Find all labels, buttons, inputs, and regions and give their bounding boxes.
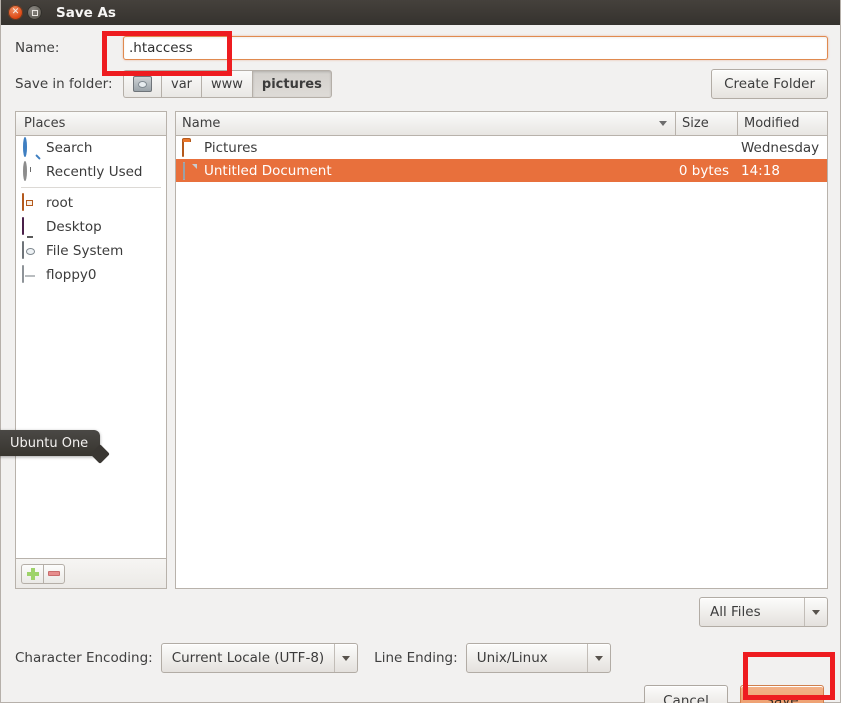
column-header-name[interactable]: Name [175,111,676,136]
save-in-folder-label: Save in folder: [15,76,113,92]
maximize-icon[interactable] [27,5,42,20]
places-footer [15,559,167,589]
sidebar-item-floppy0[interactable]: floppy0 [16,263,166,287]
plus-icon [26,567,39,580]
minus-icon [48,571,60,576]
sidebar-item-label: root [46,195,74,211]
document-icon [182,161,198,180]
table-row[interactable]: Pictures Wednesday [176,136,827,159]
file-name: Pictures [204,139,258,156]
browser-panes: Places Search Recently Used root Desktop… [15,111,828,589]
chevron-down-icon [804,598,827,626]
sidebar-item-label: Recently Used [46,164,143,180]
close-icon[interactable]: ✕ [8,5,23,20]
column-header-name-label: Name [182,116,221,131]
sort-descending-icon [659,121,667,126]
add-place-button[interactable] [21,563,43,584]
save-as-dialog: ✕ Save As Name: Save in folder: var www … [0,0,841,703]
character-encoding-label: Character Encoding: [15,650,153,666]
file-filter-dropdown[interactable]: All Files [699,597,828,627]
line-ending-dropdown[interactable]: Unix/Linux [465,643,611,673]
save-button[interactable]: Save [740,685,824,703]
disk-icon [133,76,152,92]
monitor-icon [22,217,40,236]
ubuntu-one-tooltip: Ubuntu One [0,430,101,456]
column-header-modified[interactable]: Modified [738,111,828,136]
name-input[interactable] [123,36,828,60]
chevron-down-icon [334,644,357,672]
window-title: Save As [56,4,116,21]
cancel-button[interactable]: Cancel [644,685,728,703]
sidebar-item-recently-used[interactable]: Recently Used [16,160,166,184]
file-modified: 14:18 [741,162,780,179]
path-segment-www[interactable]: www [201,70,252,98]
hard-drive-icon [22,241,40,260]
line-ending-label: Line Ending: [374,650,458,666]
file-pane: Name Size Modified Pictures Wednesday Un… [175,111,828,589]
floppy-icon [22,265,40,284]
sidebar-item-root[interactable]: root [16,191,166,215]
path-segment-var[interactable]: var [161,70,202,98]
line-ending-value: Unix/Linux [476,650,548,666]
file-modified: Wednesday [741,139,820,156]
filter-row: All Files [1,589,840,627]
folder-icon [182,138,198,157]
file-list[interactable]: Pictures Wednesday Untitled Document 0 b… [175,136,828,589]
path-bar: var www pictures [123,70,332,98]
sidebar-item-label: Desktop [46,219,102,235]
path-disk-button[interactable] [123,70,161,98]
create-folder-button[interactable]: Create Folder [711,69,828,99]
character-encoding-value: Current Locale (UTF-8) [171,650,325,666]
sidebar-item-file-system[interactable]: File System [16,239,166,263]
name-row: Name: [1,25,840,61]
file-size: 0 bytes [678,162,729,179]
title-bar: ✕ Save As [1,0,840,25]
tooltip-label: Ubuntu One [10,435,89,451]
sidebar-divider [21,187,161,188]
remove-place-button[interactable] [43,563,65,584]
places-sidebar: Places Search Recently Used root Desktop… [15,111,167,589]
sidebar-item-label: floppy0 [46,267,97,283]
save-in-folder-row: Save in folder: var www pictures Create … [1,61,840,99]
chevron-down-icon [586,644,610,672]
column-header-size[interactable]: Size [676,111,738,136]
places-list[interactable]: Search Recently Used root Desktop File S… [15,136,167,559]
table-row[interactable]: Untitled Document 0 bytes 14:18 [176,159,827,182]
file-filter-value: All Files [710,604,761,620]
sidebar-item-label: Search [46,140,93,156]
sidebar-item-desktop[interactable]: Desktop [16,215,166,239]
encoding-row: Character Encoding: Current Locale (UTF-… [1,627,840,673]
name-label: Name: [15,40,60,56]
action-row: Cancel Save [1,673,840,703]
file-list-header: Name Size Modified [175,111,828,136]
places-header: Places [15,111,167,136]
path-segment-pictures[interactable]: pictures [251,70,332,98]
sidebar-item-search[interactable]: Search [16,136,166,160]
sidebar-item-label: File System [46,243,124,259]
search-icon [22,137,40,157]
home-folder-icon [22,193,40,212]
character-encoding-dropdown[interactable]: Current Locale (UTF-8) [160,643,359,673]
file-name: Untitled Document [204,162,332,179]
clock-icon [22,161,40,181]
